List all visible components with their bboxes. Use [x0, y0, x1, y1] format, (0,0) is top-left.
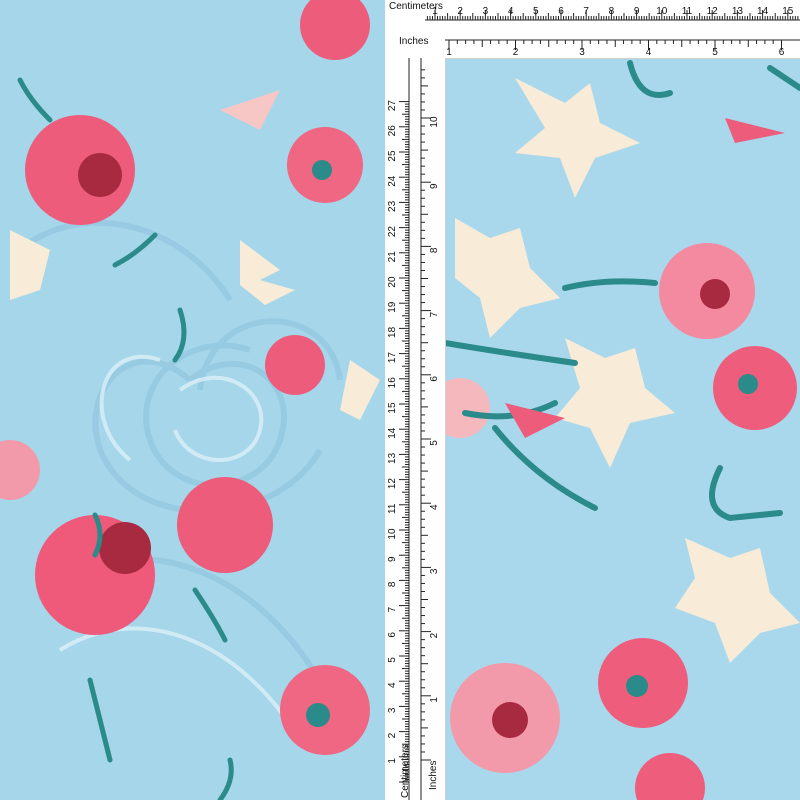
side-cm-tick-label: 20: [387, 276, 398, 288]
inch-tick-label: 3: [579, 47, 585, 58]
side-cm-tick-label: 27: [387, 100, 398, 112]
top-ruler: Centimeters Inches 1 2 3 4 5 6 7 8 9 10 11 12 13 14 15…: [385, 0, 800, 59]
side-cm-tick-label: 25: [387, 150, 398, 162]
side-cm-tick-label: 19: [387, 301, 398, 313]
side-ruler-ticks: 1234567891011121314151617181920212223242…: [387, 58, 440, 800]
side-inch-tick-label: 1: [429, 697, 440, 703]
cm-tick-label: 12: [707, 6, 719, 17]
side-cm-tick-label: 18: [387, 326, 398, 338]
cm-tick-label: 11: [682, 6, 693, 17]
side-cm-tick-label: 6: [387, 632, 398, 638]
inch-tick-label: 2: [513, 47, 519, 58]
side-cm-tick-label: 3: [387, 707, 398, 713]
side-inch-tick-label: 4: [429, 504, 440, 510]
side-cm-tick-label: 17: [387, 352, 398, 364]
inch-tick-label: 6: [779, 47, 785, 58]
side-cm-tick-label: 7: [387, 606, 398, 612]
cm-tick-label: 10: [656, 6, 668, 17]
side-cm-tick-label: 9: [387, 556, 398, 562]
cm-tick-label: 14: [757, 6, 769, 17]
side-inch-tick-label: 3: [429, 568, 440, 574]
side-cm-tick-label: 11: [387, 503, 398, 514]
cm-tick-label: 13: [732, 6, 744, 17]
side-cm-tick-label: 15: [387, 402, 398, 414]
side-cm-tick-label: 23: [387, 200, 398, 212]
cm-tick-label: 8: [609, 6, 615, 17]
side-ruler-inch-label: Inches: [428, 760, 439, 790]
side-cm-tick-label: 22: [387, 226, 398, 238]
side-cm-tick-label: 14: [387, 427, 398, 439]
side-inch-tick-label: 5: [429, 440, 440, 446]
side-ruler-cm-label: Centimeters: [400, 744, 411, 798]
side-inch-tick-label: 10: [429, 116, 440, 128]
side-inch-tick-label: 6: [429, 376, 440, 382]
side-inch-tick-label: 2: [429, 632, 440, 638]
cm-tick-label: 1: [432, 6, 438, 17]
side-cm-tick-label: 1: [387, 758, 398, 764]
side-cm-tick-label: 2: [387, 732, 398, 738]
inch-tick-label: 5: [712, 47, 718, 58]
side-cm-tick-label: 21: [387, 251, 398, 263]
cm-tick-label: 6: [558, 6, 564, 17]
top-ruler-ticks: 12345678910111213141516123456: [425, 6, 800, 58]
side-cm-tick-label: 24: [387, 175, 398, 187]
side-cm-tick-label: 26: [387, 125, 398, 137]
cm-tick-label: 2: [457, 6, 463, 17]
cm-tick-label: 4: [508, 6, 514, 17]
side-inch-tick-label: 7: [429, 311, 440, 317]
cm-tick-label: 9: [634, 6, 640, 17]
cm-tick-label: 15: [782, 6, 794, 17]
side-cm-tick-label: 5: [387, 657, 398, 663]
side-ruler: 1 2 3 4 5 6 7 8 9 10 11 12 13 14 15 16 17 18 19 20 21 22 23 24 2…: [385, 58, 446, 800]
side-cm-tick-label: 4: [387, 682, 398, 688]
inch-tick-label: 4: [646, 47, 652, 58]
side-cm-tick-label: 8: [387, 581, 398, 587]
side-inch-tick-label: 9: [429, 183, 440, 189]
fabric-product-image: Centimeters Inches 1 2 3 4 5 6 7 8 9 10 11 12 13 14 15…: [0, 0, 800, 800]
inch-tick-label: 1: [446, 47, 452, 58]
draped-fabric-photo: [0, 0, 385, 800]
cm-tick-label: 3: [483, 6, 489, 17]
side-cm-tick-label: 12: [387, 478, 398, 490]
side-cm-tick-label: 10: [387, 528, 398, 540]
cm-tick-label: 5: [533, 6, 539, 17]
flat-fabric-photo: [445, 58, 800, 800]
side-inch-tick-label: 8: [429, 247, 440, 253]
side-cm-tick-label: 16: [387, 377, 398, 389]
side-cm-tick-label: 13: [387, 452, 398, 464]
cm-tick-label: 7: [583, 6, 589, 17]
